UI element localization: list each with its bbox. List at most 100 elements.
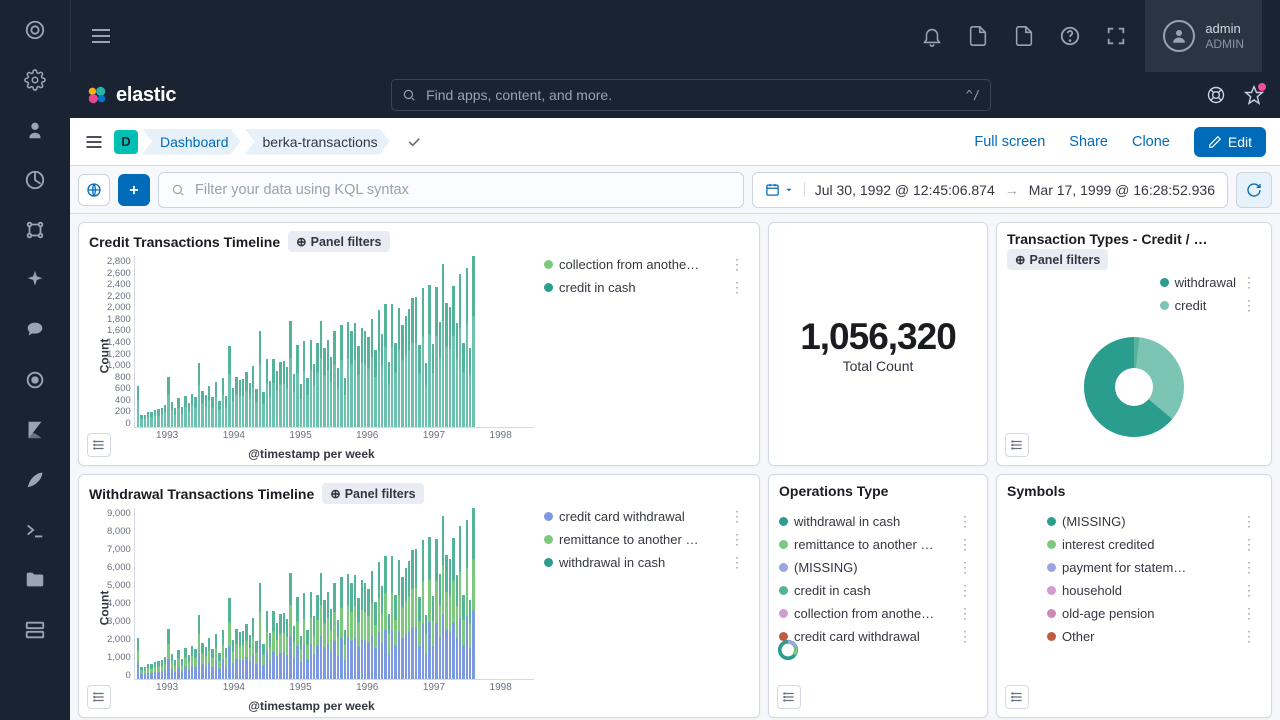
- panel-options-button[interactable]: [1005, 433, 1029, 457]
- legend-item[interactable]: collection from anothe… ⋮: [779, 605, 973, 622]
- server-icon[interactable]: [23, 618, 47, 642]
- legend-item[interactable]: credit⋮: [1160, 297, 1257, 314]
- kql-input[interactable]: Filter your data using KQL syntax: [158, 172, 744, 208]
- legend-item-menu-icon[interactable]: ⋮: [1242, 559, 1257, 576]
- space-badge[interactable]: D: [114, 130, 138, 154]
- feather-icon[interactable]: [23, 468, 47, 492]
- legend-item-menu-icon[interactable]: ⋮: [958, 559, 973, 576]
- panel-options-button[interactable]: [1005, 685, 1029, 709]
- legend-dot: [1047, 563, 1056, 572]
- fullscreen-icon[interactable]: [1105, 25, 1127, 47]
- panel-options-button[interactable]: [87, 685, 111, 709]
- edit-button[interactable]: Edit: [1194, 127, 1266, 157]
- legend-item-menu-icon[interactable]: ⋮: [1242, 582, 1257, 599]
- legend-item-menu-icon[interactable]: ⋮: [958, 582, 973, 599]
- legend-item[interactable]: old-age pension ⋮: [1047, 605, 1257, 622]
- fullscreen-link[interactable]: Full screen: [974, 134, 1045, 150]
- panel-options-button[interactable]: [777, 685, 801, 709]
- legend-item[interactable]: interest credited⋮: [1047, 536, 1257, 553]
- date-from: Jul 30, 1992 @ 12:45:06.874: [815, 182, 995, 198]
- panel-filters-tag[interactable]: ⊕ Panel filters: [1007, 249, 1108, 270]
- legend-item[interactable]: remittance to another …⋮: [544, 531, 745, 548]
- panel-withdrawal-timeline: Withdrawal Transactions Timeline ⊕ Panel…: [78, 474, 760, 718]
- legend-item[interactable]: credit card withdrawal⋮: [544, 508, 745, 525]
- legend-item-menu-icon[interactable]: ⋮: [1242, 536, 1257, 553]
- opensearch-logo-icon[interactable]: [23, 18, 47, 42]
- legend-item[interactable]: remittance to another …⋮: [779, 536, 973, 553]
- menu-icon[interactable]: [89, 24, 113, 48]
- legend-dot: [779, 517, 788, 526]
- legend-item[interactable]: withdrawal ⋮: [1160, 274, 1257, 291]
- legend-item-menu-icon[interactable]: ⋮: [730, 508, 745, 525]
- legend-item-menu-icon[interactable]: ⋮: [730, 279, 745, 296]
- panel-title: Withdrawal Transactions Timeline: [89, 486, 314, 502]
- legend-dot: [779, 609, 788, 618]
- legend-item-menu-icon[interactable]: ⋮: [958, 605, 973, 622]
- legend-label: withdrawal: [1175, 275, 1236, 290]
- lifebuoy-icon[interactable]: [1206, 85, 1226, 105]
- refresh-button[interactable]: [1236, 172, 1272, 208]
- document-icon[interactable]: [967, 25, 989, 47]
- legend-item-menu-icon[interactable]: ⋮: [1242, 605, 1257, 622]
- newsfeed-icon[interactable]: [1244, 85, 1264, 105]
- panel-credit-timeline: Credit Transactions Timeline ⊕ Panel fil…: [78, 222, 760, 466]
- global-search[interactable]: Find apps, content, and more. ^/: [391, 79, 991, 111]
- legend-item-menu-icon[interactable]: ⋮: [958, 628, 973, 645]
- kibana-icon[interactable]: [23, 418, 47, 442]
- terminal-icon[interactable]: [23, 518, 47, 542]
- target-icon[interactable]: [23, 368, 47, 392]
- panel-filters-tag[interactable]: ⊕ Panel filters: [322, 483, 423, 504]
- document-alt-icon[interactable]: [1013, 25, 1035, 47]
- legend-item-menu-icon[interactable]: ⋮: [730, 554, 745, 571]
- panel-options-button[interactable]: [87, 433, 111, 457]
- dataview-button[interactable]: [78, 174, 110, 206]
- bell-icon[interactable]: [921, 25, 943, 47]
- breadcrumb-current[interactable]: berka-transactions: [245, 129, 390, 155]
- legend-item[interactable]: credit in cash⋮: [779, 582, 973, 599]
- legend-item-menu-icon[interactable]: ⋮: [1242, 274, 1257, 291]
- legend-item-menu-icon[interactable]: ⋮: [730, 531, 745, 548]
- panel-title: Operations Type: [779, 483, 888, 499]
- legend-item[interactable]: Other⋮: [1047, 628, 1257, 645]
- legend-item[interactable]: payment for statem…⋮: [1047, 559, 1257, 576]
- legend-item-menu-icon[interactable]: ⋮: [958, 536, 973, 553]
- jenkins-icon[interactable]: [23, 118, 47, 142]
- collapse-nav-icon[interactable]: [84, 132, 104, 152]
- legend-item[interactable]: credit card withdrawal⋮: [779, 628, 973, 645]
- legend-item[interactable]: withdrawal in cash⋮: [779, 513, 973, 530]
- check-icon[interactable]: [406, 134, 422, 150]
- help-icon[interactable]: [1059, 25, 1081, 47]
- legend-dot: [544, 558, 553, 567]
- legend-item-menu-icon[interactable]: ⋮: [730, 256, 745, 273]
- legend-label: collection from anothe…: [794, 606, 934, 621]
- legend-item[interactable]: household⋮: [1047, 582, 1257, 599]
- add-filter-button[interactable]: [118, 174, 150, 206]
- grafana-icon[interactable]: [23, 168, 47, 192]
- legend-item[interactable]: (MISSING)⋮: [779, 559, 973, 576]
- legend-dot: [779, 540, 788, 549]
- legend: credit card withdrawal⋮ remittance to ano…: [534, 504, 749, 711]
- share-link[interactable]: Share: [1069, 134, 1108, 150]
- legend-item-menu-icon[interactable]: ⋮: [1242, 297, 1257, 314]
- breadcrumb-dashboard[interactable]: Dashboard: [142, 129, 241, 155]
- folder-icon[interactable]: [23, 568, 47, 592]
- date-picker[interactable]: Jul 30, 1992 @ 12:45:06.874 → Mar 17, 19…: [752, 172, 1228, 208]
- legend-item[interactable]: credit in cash⋮: [544, 279, 745, 296]
- legend-item-menu-icon[interactable]: ⋮: [958, 513, 973, 530]
- legend-item[interactable]: withdrawal in cash⋮: [544, 554, 745, 571]
- panel-filters-tag[interactable]: ⊕ Panel filters: [288, 231, 389, 252]
- legend-label: old-age pension: [1062, 606, 1155, 621]
- elastic-logo[interactable]: elastic: [86, 84, 176, 107]
- legend-item[interactable]: (MISSING)⋮: [1047, 513, 1257, 530]
- gitea-icon[interactable]: [23, 318, 47, 342]
- graph-icon[interactable]: [23, 218, 47, 242]
- legend-dot: [544, 535, 553, 544]
- spark-icon[interactable]: [23, 268, 47, 292]
- gear-icon[interactable]: [23, 68, 47, 92]
- legend-item-menu-icon[interactable]: ⋮: [1242, 628, 1257, 645]
- legend-item[interactable]: collection from anothe…⋮: [544, 256, 745, 273]
- user-menu[interactable]: admin ADMIN: [1145, 0, 1262, 72]
- y-axis-label: Count: [97, 338, 111, 373]
- legend-item-menu-icon[interactable]: ⋮: [1242, 513, 1257, 530]
- clone-link[interactable]: Clone: [1132, 134, 1170, 150]
